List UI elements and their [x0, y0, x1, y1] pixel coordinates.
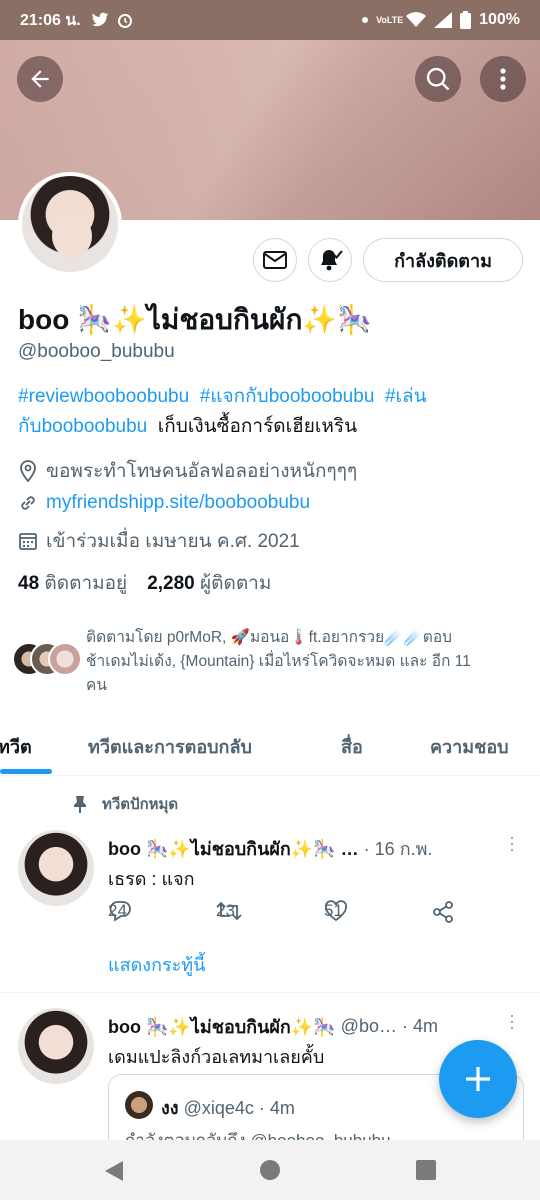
- follow-counts: 48 ติดตามอยู่ 2,280 ผู้ติดตาม: [18, 568, 271, 598]
- location-pin-icon: [20, 460, 36, 482]
- hashtag-link[interactable]: กับbooboobubu: [18, 416, 147, 437]
- tweet-time[interactable]: · 16 ก.พ.: [364, 834, 433, 863]
- quoted-handle: @xiqe4c: [183, 1098, 254, 1118]
- tweet-more-button[interactable]: · · ·: [508, 1006, 516, 1036]
- tweet-text: เธรด : แจก: [108, 869, 195, 889]
- quoted-time: · 4m: [258, 1098, 295, 1118]
- share-icon: [433, 901, 453, 923]
- tweet-avatar[interactable]: [18, 1008, 94, 1084]
- tweet-author-name[interactable]: boo 🎠✨ไม่ชอบกินผัก✨🎠 …: [108, 834, 359, 863]
- active-tab-indicator: [0, 769, 52, 774]
- alarm-icon: [117, 14, 132, 28]
- compose-tweet-button[interactable]: [439, 1040, 517, 1118]
- calendar-icon: [19, 533, 37, 550]
- hashtag-link[interactable]: #เล่น: [385, 386, 427, 407]
- status-bar: 21:06 น. VoLTE 100%: [0, 0, 540, 40]
- tweet-divider: [0, 992, 540, 993]
- search-button[interactable]: [415, 56, 461, 102]
- retweet-button[interactable]: 23: [216, 900, 242, 922]
- reply-button[interactable]: 24: [108, 900, 132, 922]
- followers-label: ผู้ติดตาม: [200, 573, 272, 594]
- vertical-dots-icon: [500, 68, 506, 90]
- profile-name: boo 🎠✨ไม่ชอบกินผัก✨🎠: [18, 304, 373, 335]
- back-button[interactable]: [17, 56, 63, 102]
- pin-icon: [74, 796, 86, 813]
- joined-row: เข้าร่วมเมื่อ เมษายน ค.ศ. 2021: [18, 526, 300, 556]
- followers-count: 2,280: [147, 573, 195, 594]
- followed-by-line: ช้าเดมไม่เด้ง, {Mountain} เมื่อไหร่โควิด…: [86, 653, 471, 670]
- volte-icon: VoLTE: [376, 14, 404, 25]
- system-nav-bar: [0, 1140, 540, 1200]
- quoted-name: งง: [161, 1098, 179, 1118]
- twitter-notification-icon: [91, 12, 108, 27]
- tab-tweets[interactable]: ทวีต: [0, 732, 32, 761]
- bio-text: เก็บเงินซื้อการ์ดเฮียเหริน: [157, 416, 358, 437]
- profile-handle: @booboo_bububu: [18, 341, 175, 362]
- tweet-actions: 24 23 51: [108, 900, 488, 928]
- hashtag-link[interactable]: #reviewbooboobubu: [18, 386, 189, 407]
- following-count-link[interactable]: 48 ติดตามอยู่: [18, 568, 127, 598]
- profile-avatar[interactable]: [18, 172, 122, 276]
- wifi-icon: [406, 12, 427, 27]
- pinned-label-row: ทวีตปักหมุด: [72, 792, 178, 816]
- followers-count-link[interactable]: 2,280 ผู้ติดตาม: [147, 568, 271, 598]
- tab-likes[interactable]: ความชอบ: [430, 732, 509, 761]
- like-button[interactable]: 51: [324, 900, 348, 922]
- nav-back-icon[interactable]: [103, 1159, 125, 1183]
- joined-text: เข้าร่วมเมื่อ เมษายน ค.ศ. 2021: [46, 531, 300, 552]
- notifications-button[interactable]: [308, 238, 352, 282]
- quoted-header: งง @xiqe4c · 4m: [161, 1093, 295, 1122]
- tweet-avatar[interactable]: [18, 830, 94, 906]
- tweet-header: boo 🎠✨ไม่ชอบกินผัก✨🎠 … · 16 ก.พ.: [108, 834, 432, 863]
- followed-by-line: คน: [86, 677, 107, 694]
- arrow-left-icon: [31, 70, 49, 88]
- profile-tabs: ทวีต ทวีตและการตอบกลับ สื่อ ความชอบ: [0, 718, 540, 776]
- location-row: ขอพระทำโทษคนอัลฟอลอย่างหนักๆๆๆ: [18, 456, 357, 486]
- tweet-time[interactable]: · 4m: [402, 1016, 438, 1037]
- quoted-avatar: [125, 1091, 153, 1119]
- tweet-more-button[interactable]: · · ·: [508, 828, 516, 858]
- status-time: 21:06 น.: [20, 11, 81, 29]
- location-text: ขอพระทำโทษคนอัลฟอลอย่างหนักๆๆๆ: [46, 461, 358, 482]
- follower-avatar: [48, 642, 82, 676]
- link-icon: [21, 496, 35, 510]
- envelope-icon: [263, 251, 287, 269]
- following-button[interactable]: กำลังติดตาม: [363, 238, 523, 282]
- website-row: myfriendshipp.site/booboobubu: [18, 492, 310, 514]
- tab-tweets-replies[interactable]: ทวีตและการตอบกลับ: [88, 732, 252, 761]
- share-button[interactable]: [431, 900, 455, 924]
- followed-by-line: ติดตามโดย p0rMoR, 🚀มอนอ🌡️ft.อยากรวย☄️☄️ต…: [86, 629, 452, 646]
- retweet-count: 23: [216, 901, 235, 920]
- website-link[interactable]: myfriendshipp.site/booboobubu: [46, 492, 310, 514]
- following-label: ติดตามอยู่: [44, 573, 128, 594]
- more-options-button[interactable]: [480, 56, 526, 102]
- message-button[interactable]: [253, 238, 297, 282]
- show-thread-link[interactable]: แสดงกระทู้นี้: [108, 950, 205, 979]
- followed-by-text[interactable]: ติดตามโดย p0rMoR, 🚀มอนอ🌡️ft.อยากรวย☄️☄️ต…: [86, 626, 516, 698]
- search-icon: [426, 67, 450, 91]
- tab-media[interactable]: สื่อ: [341, 732, 363, 761]
- tweet-author-name[interactable]: boo 🎠✨ไม่ชอบกินผัก✨🎠: [108, 1012, 336, 1041]
- reply-count: 24: [108, 901, 127, 920]
- bell-check-icon: [321, 250, 343, 271]
- pinned-label: ทวีตปักหมุด: [102, 796, 179, 813]
- tweet-handle[interactable]: @bo…: [341, 1016, 397, 1037]
- signal-icon: [434, 12, 453, 28]
- tweet-header: boo 🎠✨ไม่ชอบกินผัก✨🎠 @bo… · 4m: [108, 1012, 438, 1041]
- like-count: 51: [324, 901, 343, 920]
- notification-dot-icon: [362, 17, 369, 23]
- nav-recents-icon[interactable]: [415, 1159, 437, 1181]
- nav-home-icon[interactable]: [259, 1159, 281, 1181]
- battery-icon: [460, 11, 472, 29]
- profile-bio: #reviewbooboobubu #แจกกับbooboobubu #เล่…: [18, 382, 518, 442]
- battery-percent: 100%: [479, 11, 520, 28]
- tweet-text: เดมแปะลิงก์วอเลทมาเลยคั้บ: [108, 1047, 325, 1067]
- hashtag-link[interactable]: #แจกกับbooboobubu: [200, 386, 375, 407]
- following-count: 48: [18, 573, 40, 594]
- plus-icon: [466, 1067, 490, 1091]
